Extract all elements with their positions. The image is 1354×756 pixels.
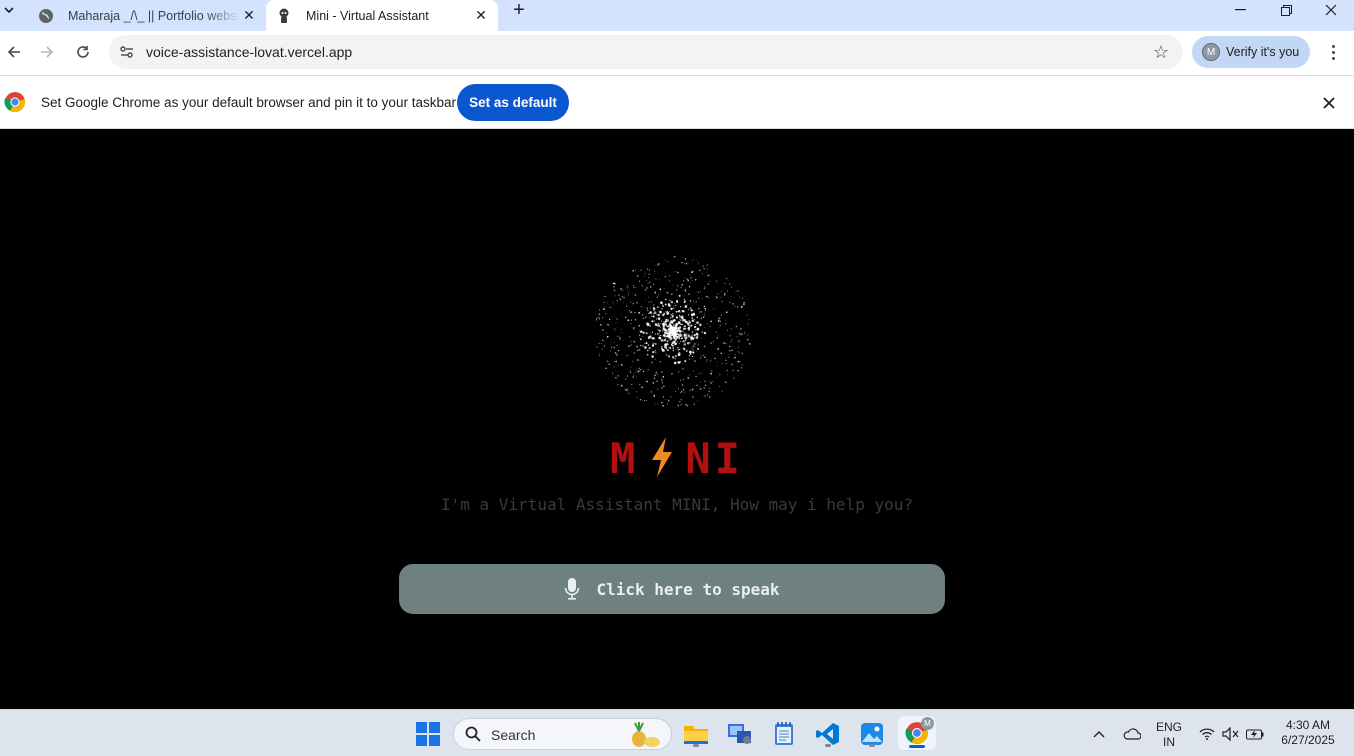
brand-letter-m: M bbox=[610, 434, 640, 483]
restore-icon[interactable] bbox=[1263, 0, 1309, 20]
show-hidden-icons-chevron-icon[interactable] bbox=[1086, 718, 1112, 750]
set-as-default-button[interactable]: Set as default bbox=[457, 84, 569, 121]
close-infobar-icon[interactable] bbox=[1318, 92, 1340, 114]
microphone-icon bbox=[565, 578, 580, 600]
volume-muted-icon[interactable] bbox=[1220, 718, 1242, 750]
windows-taskbar: Search M ENG IN 4:30 AM 6/27/2025 bbox=[0, 709, 1354, 756]
clock-date: 6/27/2025 bbox=[1281, 733, 1335, 747]
close-tab-icon[interactable]: ✕ bbox=[240, 7, 258, 25]
language-code: ENG bbox=[1155, 720, 1182, 734]
start-icon[interactable] bbox=[412, 718, 444, 750]
robot-icon bbox=[276, 8, 292, 24]
chrome-profile-badge: M bbox=[921, 717, 934, 730]
tab-mini-assistant[interactable]: Mini - Virtual Assistant ✕ bbox=[266, 0, 498, 31]
tab-search-chevron-icon[interactable] bbox=[0, 0, 18, 20]
wifi-icon[interactable] bbox=[1196, 718, 1218, 750]
tab-title: Maharaja _/\_ || Portfolio website bbox=[68, 8, 240, 23]
pineapple-highlight-icon bbox=[627, 722, 661, 748]
minimize-icon[interactable] bbox=[1217, 0, 1263, 20]
file-explorer-icon[interactable] bbox=[680, 718, 712, 750]
speak-button[interactable]: Click here to speak bbox=[399, 564, 945, 614]
brand-letters-ni: NI bbox=[685, 434, 744, 483]
photos-icon[interactable] bbox=[856, 718, 888, 750]
tab-portfolio[interactable]: Maharaja _/\_ || Portfolio website ✕ bbox=[28, 0, 266, 31]
search-icon bbox=[465, 726, 481, 742]
language-indicator[interactable]: ENG IN bbox=[1152, 720, 1186, 750]
clock[interactable]: 4:30 AM 6/27/2025 bbox=[1272, 718, 1344, 748]
notepad-icon[interactable] bbox=[768, 718, 800, 750]
lightning-bolt-icon bbox=[652, 437, 673, 477]
particle-orb-animation bbox=[596, 255, 751, 407]
remote-desktop-icon[interactable] bbox=[724, 718, 756, 750]
chrome-taskbar-icon[interactable]: M bbox=[898, 716, 936, 750]
url-text: voice-assistance-lovat.vercel.app bbox=[146, 44, 353, 60]
infobar-message: Set Google Chrome as your default browse… bbox=[41, 95, 456, 110]
onedrive-cloud-icon[interactable] bbox=[1118, 718, 1146, 750]
more-menu-icon[interactable] bbox=[1322, 39, 1344, 65]
chrome-logo-icon bbox=[4, 91, 26, 113]
reload-icon[interactable] bbox=[69, 38, 97, 66]
browser-toolbar: voice-assistance-lovat.vercel.app ☆ M Ve… bbox=[0, 31, 1354, 75]
brand-logo: M NI bbox=[0, 434, 1354, 483]
language-region: IN bbox=[1163, 735, 1175, 749]
vscode-icon[interactable] bbox=[812, 718, 844, 750]
clock-time: 4:30 AM bbox=[1285, 718, 1331, 732]
globe-icon bbox=[38, 8, 54, 24]
close-window-icon[interactable] bbox=[1308, 0, 1354, 20]
tab-title: Mini - Virtual Assistant bbox=[306, 8, 429, 23]
bookmark-star-icon[interactable]: ☆ bbox=[1153, 42, 1169, 63]
close-tab-icon[interactable]: ✕ bbox=[472, 7, 490, 25]
address-bar[interactable]: voice-assistance-lovat.vercel.app ☆ bbox=[109, 35, 1183, 69]
tab-strip: Maharaja _/\_ || Portfolio website ✕ Min… bbox=[0, 0, 1354, 31]
profile-verify-label: Verify it's you bbox=[1226, 45, 1300, 59]
assistant-tagline: I'm a Virtual Assistant MINI, How may i … bbox=[440, 495, 913, 514]
forward-icon[interactable] bbox=[33, 38, 61, 66]
profile-verify-button[interactable]: M Verify it's you bbox=[1192, 36, 1310, 68]
taskbar-search[interactable]: Search bbox=[453, 718, 672, 750]
back-icon[interactable] bbox=[0, 38, 28, 66]
search-placeholder: Search bbox=[491, 727, 536, 743]
battery-charging-icon[interactable] bbox=[1244, 718, 1266, 750]
avatar: M bbox=[1202, 43, 1220, 61]
new-tab-button[interactable]: + bbox=[508, 0, 530, 21]
assistant-page: M NI I'm a Virtual Assistant MINI, How ma… bbox=[0, 129, 1354, 709]
speak-button-label: Click here to speak bbox=[596, 579, 780, 599]
site-info-icon[interactable] bbox=[119, 44, 135, 60]
default-browser-infobar: Set Google Chrome as your default browse… bbox=[0, 75, 1354, 129]
